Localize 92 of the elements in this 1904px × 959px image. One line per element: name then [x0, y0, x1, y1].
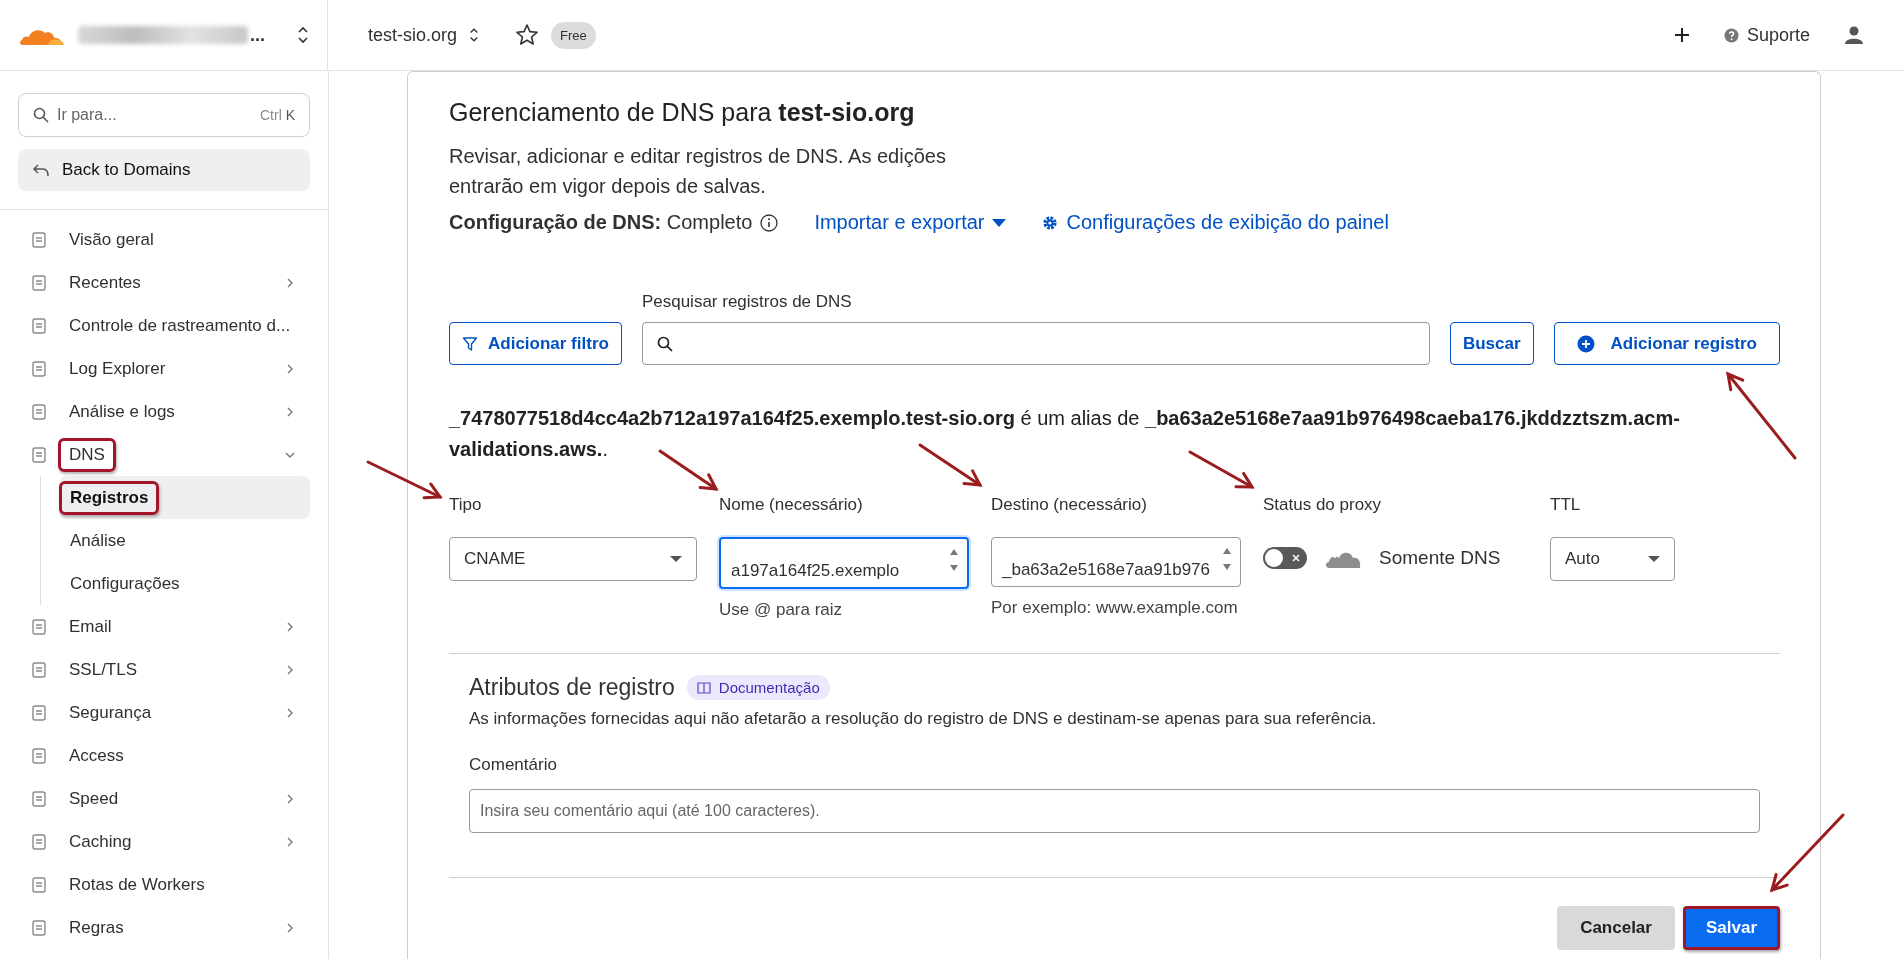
menu-item-icon — [30, 359, 48, 378]
search-field[interactable]: Ir para... Ctrl K — [18, 93, 310, 137]
sidebar-item[interactable]: Segurança — [30, 691, 310, 734]
search-label: Pesquisar registros de DNS — [641, 292, 853, 312]
dns-search-field[interactable] — [641, 322, 1430, 365]
menu-item-icon — [30, 746, 48, 765]
help-icon — [1723, 27, 1739, 43]
name-label: Nome (necessário) — [719, 495, 864, 515]
search-icon — [33, 107, 49, 123]
star-icon[interactable] — [515, 23, 540, 47]
section-description: As informações fornecidas aqui não afetarão a resolução do registro de DNS e destinam-se apenas para sua referência. — [469, 709, 1378, 729]
menu-item-icon — [30, 316, 48, 335]
alias-sentence: _7478077518d4cc4a2b712a197a164f25.exemplo.test-sio.org é um alias de _ba63a2e5168e7aa91b976498caeba176.jkddzztszm.acm-validations.aws.. — [449, 406, 1681, 462]
add-icon[interactable] — [1673, 27, 1690, 43]
back-arrow-icon — [32, 163, 50, 177]
sidebar-item[interactable]: Regras — [30, 906, 310, 949]
search-icon — [656, 335, 673, 352]
sidebar-item[interactable]: SSL/TLS — [30, 648, 310, 691]
search-button[interactable]: Buscar — [1449, 322, 1534, 365]
sidebar-subitem[interactable]: Análise — [59, 519, 310, 562]
menu-item-icon — [30, 402, 48, 421]
proxy-label: Status do proxy — [1263, 495, 1383, 515]
sidebar-item[interactable]: DNS — [30, 433, 310, 476]
sidebar-item[interactable]: Log Explorer — [30, 347, 310, 390]
sidebar-subitem[interactable]: Registros — [59, 476, 310, 519]
target-hint: Por exemplo: www.example.com — [991, 597, 1239, 619]
menu-item-icon — [30, 789, 48, 808]
proxy-status-text: Somente DNS — [1379, 547, 1501, 569]
name-field[interactable]: a197a164f25.exemplo — [719, 537, 969, 589]
name-hint: Use @ para raiz — [719, 599, 844, 621]
x-icon — [1291, 553, 1301, 563]
annotation-arrow — [658, 449, 719, 491]
cancel-button[interactable]: Cancelar — [1557, 906, 1675, 950]
sidebar-item[interactable]: Análise e logs — [30, 390, 310, 433]
menu-item-icon — [30, 273, 48, 292]
target-label: Destino (necessário) — [991, 495, 1148, 515]
back-button[interactable]: Back to Domains — [18, 149, 310, 191]
menu-item-icon — [30, 230, 48, 249]
spinner-arrows-icon — [1222, 546, 1232, 572]
book-icon — [696, 681, 711, 694]
switcher-icon[interactable] — [297, 26, 309, 44]
user-icon[interactable] — [1844, 25, 1864, 45]
sidebar-item[interactable]: Rotas de Workers — [30, 863, 310, 906]
type-select[interactable]: CNAME — [449, 537, 697, 581]
sidebar-item[interactable]: Speed — [30, 777, 310, 820]
dns-setup-label: Configuração de DNS: Completo — [449, 211, 753, 234]
menu-item-icon — [30, 832, 48, 851]
add-circle-icon — [1576, 334, 1595, 353]
annotation-arrow — [918, 443, 983, 487]
menu-item-icon — [30, 918, 48, 937]
sidebar-item[interactable]: Controle de rastreamento d... — [30, 304, 310, 347]
target-field[interactable]: _ba63a2e5168e7aa91b976 — [991, 537, 1241, 587]
info-icon[interactable] — [760, 213, 779, 232]
shortcut-hint: Ctrl K — [260, 107, 295, 123]
gear-icon — [1042, 214, 1059, 231]
page-title: Gerenciamento de DNS para test-sio.org — [449, 98, 916, 127]
section-title: Atributos de registro — [469, 674, 675, 701]
sidebar-item[interactable]: Visão geral — [30, 218, 310, 261]
switcher-icon[interactable] — [469, 27, 480, 43]
menu-item-icon — [30, 660, 48, 679]
display-settings-link[interactable]: Configurações de exibição do painel — [1042, 211, 1389, 234]
spinner-arrows-icon — [949, 547, 959, 573]
menu-item-icon — [30, 703, 48, 722]
comment-label: Comentário — [469, 755, 558, 775]
documentation-link[interactable]: Documentação — [686, 675, 830, 700]
add-record-button[interactable]: Adicionar registro — [1553, 322, 1780, 365]
add-filter-button[interactable]: Adicionar filtro — [449, 322, 622, 365]
import-export-link[interactable]: Importar e exportar — [814, 211, 1007, 234]
sidebar-item[interactable]: Email — [30, 605, 310, 648]
menu-item-icon — [30, 875, 48, 894]
filter-icon — [462, 335, 478, 352]
ttl-label: TTL — [1550, 495, 1582, 515]
menu-item-icon — [30, 617, 48, 636]
account-ellipsis: ... — [250, 24, 265, 46]
sidebar-item[interactable]: Access — [30, 734, 310, 777]
sidebar-item[interactable]: Caching — [30, 820, 310, 863]
save-button[interactable]: Salvar — [1682, 906, 1780, 950]
sidebar-item[interactable]: Recentes — [30, 261, 310, 304]
caret-icon — [992, 217, 1007, 228]
page-description: Revisar, adicionar e editar registros de DNS. As edições entrarão em vigor depois de salvas. — [449, 144, 947, 199]
caret-icon — [670, 555, 682, 563]
ttl-select[interactable]: Auto — [1550, 537, 1675, 581]
comment-field[interactable]: Insira seu comentário aqui (até 100 caracteres). — [469, 789, 1760, 833]
support-link[interactable]: Suporte — [1723, 24, 1810, 46]
annotation-arrow — [1188, 450, 1255, 489]
plan-badge: Free — [551, 21, 596, 49]
menu-item-icon — [30, 445, 48, 464]
sidebar-subitem[interactable]: Configurações — [59, 562, 310, 605]
domain-switcher[interactable]: test-sio.org — [368, 24, 458, 46]
proxy-toggle[interactable] — [1263, 547, 1307, 569]
type-label: Tipo — [449, 495, 483, 515]
caret-icon — [1648, 555, 1660, 563]
